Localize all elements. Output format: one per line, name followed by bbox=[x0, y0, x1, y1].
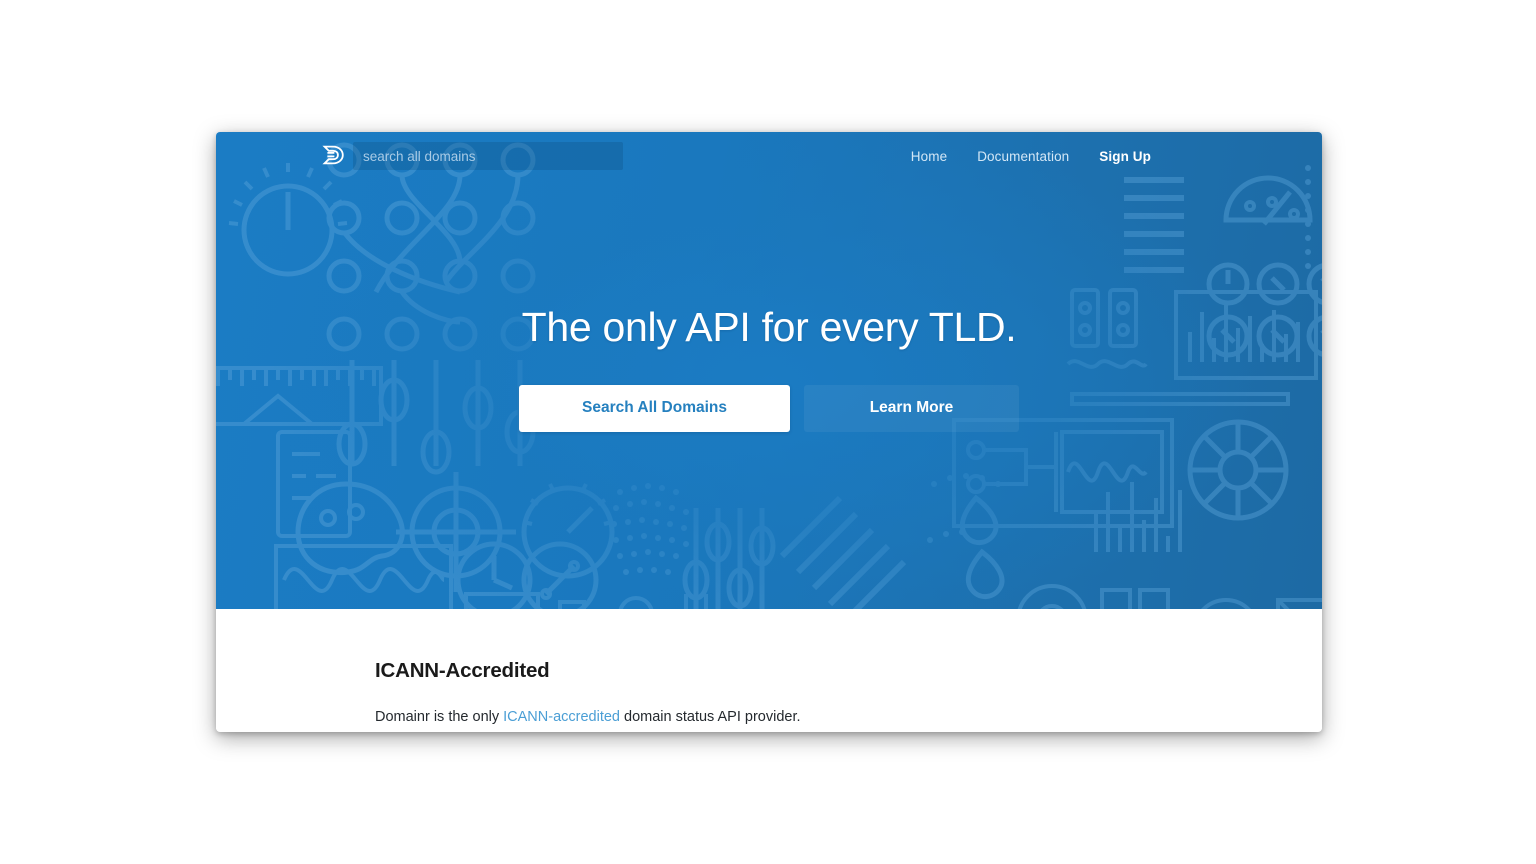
section-body-before: Domainr is the only bbox=[375, 709, 504, 725]
section-heading: ICANN-Accredited bbox=[375, 659, 550, 682]
nav-item-home[interactable]: Home bbox=[911, 149, 947, 164]
hero-headline: The only API for every TLD. bbox=[521, 303, 1017, 350]
section-body: Domainr is the only ICANN-accredited dom… bbox=[375, 707, 1322, 729]
hero-cta-group: Search All Domains Learn More bbox=[519, 384, 1019, 432]
icann-accredited-link[interactable]: ICANN-accredited bbox=[503, 709, 620, 725]
nav-item-documentation[interactable]: Documentation bbox=[977, 149, 1069, 164]
search-input[interactable] bbox=[353, 142, 623, 170]
browser-window: Home Documentation Sign Up The only API … bbox=[216, 132, 1322, 732]
domainr-logo-icon[interactable] bbox=[319, 141, 347, 169]
hero-section: Home Documentation Sign Up The only API … bbox=[216, 132, 1322, 609]
learn-more-button[interactable]: Learn More bbox=[804, 384, 1019, 432]
site-header: Home Documentation Sign Up bbox=[216, 132, 1322, 180]
nav-item-sign-up[interactable]: Sign Up bbox=[1099, 149, 1151, 164]
search-all-domains-button[interactable]: Search All Domains bbox=[519, 384, 790, 432]
section-body-after: domain status API provider. bbox=[619, 709, 801, 725]
main-nav: Home Documentation Sign Up bbox=[911, 149, 1298, 164]
icann-accredited-section: ICANN-Accredited Domainr is the only ICA… bbox=[216, 609, 1322, 729]
